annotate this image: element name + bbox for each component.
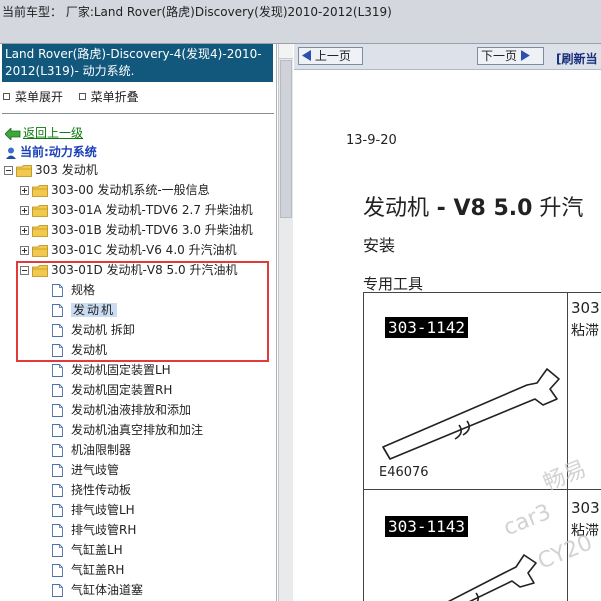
tree-page-item[interactable]: 进气歧管 [52,460,119,480]
document-icon [52,424,63,437]
tree-page-item[interactable]: 排气歧管RH [52,520,136,540]
expand-toggle-icon[interactable] [20,186,29,195]
tree-folder-item[interactable]: 303-01A 发动机-TDV6 2.7 升柴油机 [20,200,253,220]
tree-page-item[interactable]: 发动机油液排放和添加 [52,400,191,420]
refresh-link[interactable]: [刷新当 [556,50,598,67]
left-scrollbar[interactable] [278,44,293,601]
tree-item-label: 排气歧管LH [71,503,135,517]
document-icon [52,484,63,497]
tool-description: 粘滞 [571,323,599,339]
scroll-thumb[interactable] [280,60,292,218]
document-icon [52,564,63,577]
current-location: 当前:动力系统 [5,143,97,160]
tree-page-item[interactable]: 发动机固定装置RH [52,380,172,400]
tree-page-item[interactable]: 气缸盖LH [52,540,123,560]
collapse-menu-button[interactable]: 菜单折叠 [78,90,139,104]
tree-page-item[interactable]: 气缸盖RH [52,560,124,580]
square-icon [78,93,86,100]
page-nav-bar: 上一页 下一页 [刷新当 [294,44,601,70]
document-panel: 上一页 下一页 [刷新当 13-9-20 发动机 - V8 5.0 升汽 安装 … [294,44,601,601]
folder-icon [32,224,48,237]
tree-item-label: 气缸盖LH [71,543,123,557]
document-icon [52,384,63,397]
tree-item-label: 气缸体油道塞 [71,583,144,597]
tree-page-item[interactable]: 发动机固定装置LH [52,360,171,380]
tree-folder-item[interactable]: 303 发动机 [4,160,98,180]
vehicle-info-bar: 当前车型： 厂家:Land Rover(路虎)Discovery(发现)2010… [0,0,601,44]
highlight-box [16,261,269,362]
tree-page-item[interactable]: 气缸体油道塞 [52,580,143,600]
tree-page-item[interactable]: 发动机油真空排放和加注 [52,420,203,440]
tool-number: 303 [571,499,600,517]
tree-item-label: 发动机油液排放和添加 [71,403,192,417]
document-date: 13-9-20 [346,133,397,148]
tool-id-label: 303-1142 [385,317,469,338]
document-title: 发动机 - V8 5.0 升汽 [363,196,584,221]
back-arrow-icon [5,127,21,140]
collapse-toggle-icon[interactable] [4,166,13,175]
back-link[interactable]: 返回上一级 [5,124,83,141]
menu-toggle-row: 菜单展开 菜单折叠 [3,88,139,105]
tree-item-label: 排气歧管RH [71,523,137,537]
expand-menu-button[interactable]: 菜单展开 [3,90,63,104]
tree-item-label: 303-01C 发动机-V6 4.0 升汽油机 [51,243,237,257]
app-window: 当前车型： 厂家:Land Rover(路虎)Discovery(发现)2010… [0,0,601,601]
document-subtitle: 安装 [363,236,396,255]
tree-item-label: 303-01A 发动机-TDV6 2.7 升柴油机 [51,203,253,217]
square-icon [3,93,10,100]
document-icon [52,444,63,457]
scroll-up-button[interactable] [279,44,293,59]
folder-icon [32,184,48,197]
tree-item-label: 发动机固定装置LH [71,363,171,377]
tree-folder-item[interactable]: 303-00 发动机系统-一般信息 [20,180,210,200]
expand-toggle-icon[interactable] [20,206,29,215]
tree-page-item[interactable]: 机油限制器 [52,440,131,460]
tree-item-label: 气缸盖RH [71,563,125,577]
tool-number: 303 [571,299,600,317]
expand-toggle-icon[interactable] [20,226,29,235]
system-title: Land Rover(路虎)-Discovery-4(发现4)-2010-201… [2,44,273,82]
document-icon [52,504,63,517]
tree-item-label: 303-01B 发动机-TDV6 3.0 升柴油机 [51,223,253,237]
folder-icon [32,244,48,257]
expand-toggle-icon[interactable] [20,246,29,255]
tree-item-label: 303 发动机 [35,163,98,177]
current-vehicle-label: 当前车型： 厂家:Land Rover(路虎)Discovery(发现)2010… [2,5,392,19]
tree-item-label: 挠性传动板 [71,483,132,497]
tree-item-label: 发动机固定装置RH [71,383,173,397]
folder-icon [32,204,48,217]
document-icon [52,404,63,417]
tree-item-label: 进气歧管 [71,463,120,477]
arrow-left-icon [302,50,311,61]
tree-folder-item[interactable]: 303-01C 发动机-V6 4.0 升汽油机 [20,240,237,260]
prev-page-button[interactable]: 上一页 [298,47,363,65]
person-icon [6,147,16,159]
wrench-icon [382,368,560,460]
tree-page-item[interactable]: 排气歧管LH [52,500,135,520]
document-icon [52,584,63,597]
tree-page-item[interactable]: 挠性传动板 [52,480,131,500]
tool-id-label: 303-1143 [385,516,469,537]
document-icon [52,364,63,377]
document-icon [52,524,63,537]
document-icon [52,464,63,477]
tree-item-label: 机油限制器 [71,443,132,457]
folder-icon [16,164,32,177]
document-icon [52,544,63,557]
figure-code: E46076 [379,465,429,480]
tree-item-label: 303-00 发动机系统-一般信息 [51,183,210,197]
navigation-panel: Land Rover(路虎)-Discovery-4(发现4)-2010-201… [0,44,277,601]
tree-folder-item[interactable]: 303-01B 发动机-TDV6 3.0 升柴油机 [20,220,253,240]
next-page-button[interactable]: 下一页 [477,47,544,65]
divider [2,113,274,114]
arrow-right-icon [520,50,530,61]
special-tools-heading: 专用工具 [363,275,424,293]
tree-item-label: 发动机油真空排放和加注 [71,423,204,437]
